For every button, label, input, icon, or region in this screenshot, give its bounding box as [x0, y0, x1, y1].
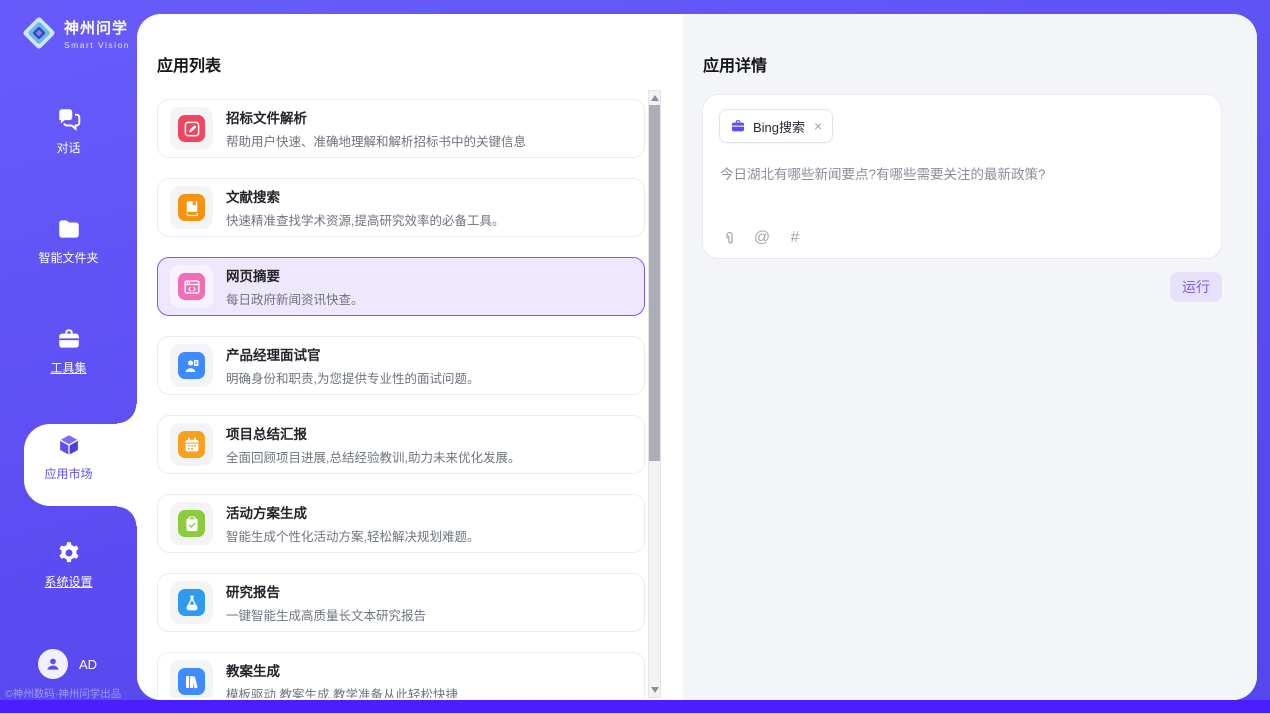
sidebar-item-app-market[interactable]: 应用市场: [0, 432, 137, 482]
chat-icon: [56, 106, 82, 132]
toolset-icon: [56, 326, 82, 352]
app-description: 模板驱动,教案生成,教学准备从此轻松快捷: [226, 684, 458, 698]
app-name: 招标文件解析: [226, 107, 526, 127]
app-description: 全面回顾项目进展,总结经验教训,助力未来优化发展。: [226, 447, 520, 466]
sidebar-item-toolset[interactable]: 工具集: [0, 326, 137, 376]
tool-chip-bing-search[interactable]: Bing搜索 ×: [719, 109, 833, 143]
app-name: 文献搜索: [226, 186, 504, 206]
sidebar-item-label: 对话: [56, 139, 80, 156]
app-detail-panel: 应用详情 Bing搜索 × 今日湖北有哪些新闻要点?有哪些需要关注的最新政策? …: [683, 14, 1257, 700]
app-list-item[interactable]: 教案生成模板驱动,教案生成,教学准备从此轻松快捷: [157, 652, 645, 698]
app-window: 神州问学 Smart Vision 对话智能文件夹工具集应用市场系统设置 AD …: [0, 0, 1270, 714]
edit-doc-icon: [178, 115, 205, 142]
app-market-icon: [56, 432, 82, 458]
app-icon-tile: [170, 660, 213, 698]
user-initials: AD: [79, 657, 97, 672]
calendar-icon: [178, 431, 205, 458]
scrollbar-down-arrow[interactable]: [651, 687, 659, 693]
app-icon-tile: [170, 107, 213, 150]
app-description: 一键智能生成高质量长文本研究报告: [226, 605, 426, 624]
sidebar-item-label: 智能文件夹: [38, 249, 98, 266]
app-description: 明确身份和职责,为您提供专业性的面试问题。: [226, 368, 479, 387]
app-description: 智能生成个性化活动方案,轻松解决规划难题。: [226, 526, 479, 545]
sidebar-item-label: 应用市场: [44, 465, 92, 482]
scrollbar-up-arrow[interactable]: [651, 95, 659, 101]
interviewer-icon: [178, 352, 205, 379]
app-list-item[interactable]: 招标文件解析帮助用户快速、准确地理解和解析招标书中的关键信息: [157, 99, 645, 158]
app-name: 研究报告: [226, 581, 426, 601]
app-list-panel: 应用列表 招标文件解析帮助用户快速、准确地理解和解析招标书中的关键信息文献搜索快…: [137, 14, 683, 700]
app-name: 项目总结汇报: [226, 423, 520, 443]
scrollbar[interactable]: [648, 90, 661, 698]
brand-logo-icon: [20, 14, 58, 52]
active-nav-curve-top: [117, 404, 137, 424]
app-description: 快速精准查找学术资源,提高研究效率的必备工具。: [226, 210, 504, 229]
sidebar-item-settings[interactable]: 系统设置: [0, 540, 137, 590]
app-icon-tile: [170, 265, 213, 308]
app-description: 帮助用户快速、准确地理解和解析招标书中的关键信息: [226, 131, 526, 150]
run-button[interactable]: 运行: [1170, 272, 1222, 302]
app-name: 活动方案生成: [226, 502, 479, 522]
app-list-title: 应用列表: [157, 52, 221, 76]
brand-logo: 神州问学 Smart Vision: [20, 14, 130, 52]
app-list-item[interactable]: 产品经理面试官明确身份和职责,为您提供专业性的面试问题。: [157, 336, 645, 395]
settings-icon: [56, 540, 82, 566]
books-icon: [178, 668, 205, 695]
briefcase-icon: [730, 118, 746, 134]
sidebar-item-label: 工具集: [50, 359, 86, 376]
app-icon-tile: [170, 581, 213, 624]
app-list-item[interactable]: 研究报告一键智能生成高质量长文本研究报告: [157, 573, 645, 632]
clipboard-check-icon: [178, 510, 205, 537]
hash-icon[interactable]: #: [786, 229, 804, 247]
browser-icon: [178, 273, 205, 300]
app-list-item[interactable]: 文献搜索快速精准查找学术资源,提高研究效率的必备工具。: [157, 178, 645, 237]
app-list-item[interactable]: 活动方案生成智能生成个性化活动方案,轻松解决规划难题。: [157, 494, 645, 553]
bottom-bar: [0, 700, 1270, 713]
prompt-input-card[interactable]: Bing搜索 × 今日湖北有哪些新闻要点?有哪些需要关注的最新政策? @ #: [702, 94, 1222, 259]
app-icon-tile: [170, 423, 213, 466]
user-avatar-icon: [38, 649, 68, 679]
prompt-text[interactable]: 今日湖北有哪些新闻要点?有哪些需要关注的最新政策?: [720, 163, 1205, 183]
sidebar-item-smart-folders[interactable]: 智能文件夹: [0, 216, 137, 266]
attachment-toolbar: @ #: [720, 229, 804, 247]
sidebar-item-chat[interactable]: 对话: [0, 106, 137, 156]
sidebar-item-label: 系统设置: [44, 573, 92, 590]
app-list: 招标文件解析帮助用户快速、准确地理解和解析招标书中的关键信息文献搜索快速精准查找…: [157, 94, 649, 698]
paperclip-icon[interactable]: [720, 229, 738, 247]
brand-subtitle: Smart Vision: [64, 40, 130, 50]
app-list-item[interactable]: 项目总结汇报全面回顾项目进展,总结经验教训,助力未来优化发展。: [157, 415, 645, 474]
app-detail-title: 应用详情: [703, 52, 767, 76]
user-row[interactable]: AD: [38, 649, 97, 679]
mention-icon[interactable]: @: [753, 229, 771, 247]
sidebar: 神州问学 Smart Vision 对话智能文件夹工具集应用市场系统设置 AD …: [0, 0, 137, 714]
smart-folders-icon: [56, 216, 82, 242]
book-icon: [178, 194, 205, 221]
copyright-footer: ©神州数码·神州问学出品: [5, 686, 135, 701]
app-icon-tile: [170, 502, 213, 545]
chip-close-icon[interactable]: ×: [814, 119, 822, 133]
app-name: 产品经理面试官: [226, 344, 479, 364]
tool-chip-label: Bing搜索: [753, 117, 805, 136]
app-description: 每日政府新闻资讯快查。: [226, 289, 364, 308]
app-name: 教案生成: [226, 660, 458, 680]
app-icon-tile: [170, 344, 213, 387]
brand-name: 神州问学: [64, 17, 130, 38]
app-icon-tile: [170, 186, 213, 229]
app-name: 网页摘要: [226, 265, 364, 285]
app-list-item[interactable]: 网页摘要每日政府新闻资讯快查。: [157, 257, 645, 316]
flask-icon: [178, 589, 205, 616]
scrollbar-thumb[interactable]: [649, 105, 660, 461]
main-content-card: 应用列表 招标文件解析帮助用户快速、准确地理解和解析招标书中的关键信息文献搜索快…: [137, 14, 1257, 700]
active-nav-curve-bottom: [117, 506, 137, 526]
